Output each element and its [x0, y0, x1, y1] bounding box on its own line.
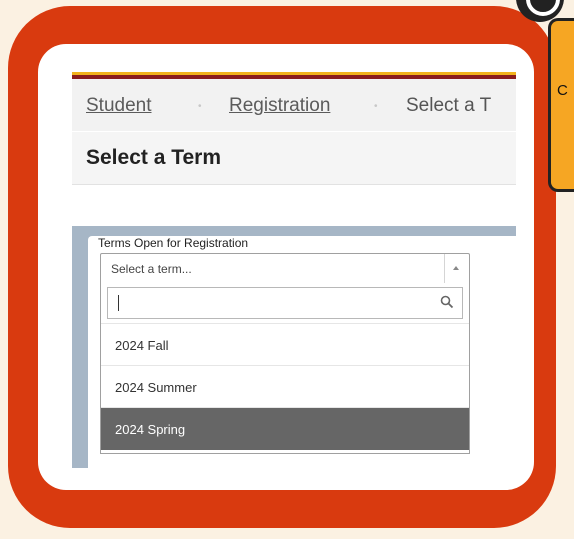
term-search-input[interactable]: [107, 287, 463, 319]
breadcrumb-current: Select a T: [406, 95, 492, 116]
term-dropdown: 2024 Fall 2024 Summer 2024 Spring: [100, 283, 470, 454]
term-select[interactable]: Select a term...: [100, 253, 470, 285]
breadcrumb-registration[interactable]: Registration: [229, 95, 330, 117]
text-caret: [118, 295, 119, 311]
term-select-placeholder: Select a term...: [111, 262, 192, 276]
search-icon: [440, 295, 454, 309]
term-option-summer[interactable]: 2024 Summer: [101, 365, 469, 408]
terms-field-label: Terms Open for Registration: [98, 236, 249, 250]
option-label: 2024 Spring: [115, 422, 186, 437]
sort-arrow-icon[interactable]: [444, 254, 469, 284]
breadcrumb: Student • Registration • Select a T: [72, 79, 516, 131]
term-option-spring[interactable]: 2024 Spring: [101, 407, 469, 450]
term-option-fall[interactable]: 2024 Fall: [101, 323, 469, 366]
callout-bubble: [548, 18, 574, 192]
title-bar: Select a Term: [72, 132, 516, 185]
callout-text: C: [557, 82, 568, 99]
page-title: Select a Term: [86, 146, 222, 169]
breadcrumb-student[interactable]: Student: [86, 95, 152, 117]
option-label: 2024 Fall: [115, 338, 169, 353]
breadcrumb-separator: •: [374, 101, 378, 112]
breadcrumb-separator: •: [198, 101, 202, 112]
option-label: 2024 Summer: [115, 380, 197, 395]
